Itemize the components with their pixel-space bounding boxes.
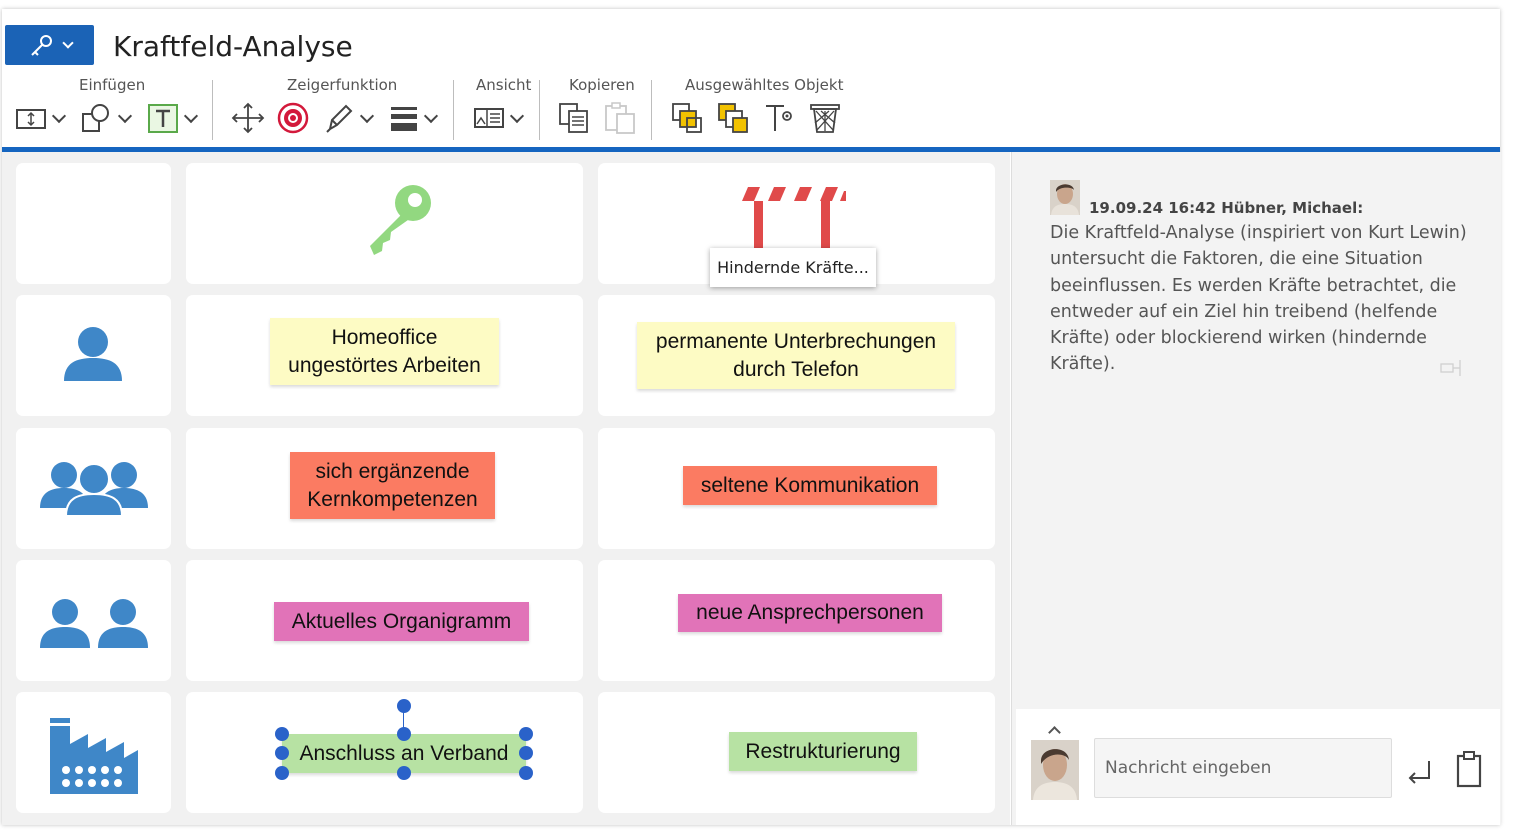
view-icon	[474, 108, 504, 128]
toolbar-divider	[539, 80, 540, 140]
resize-handle[interactable]	[397, 766, 411, 780]
insert-text-button[interactable]	[146, 100, 202, 136]
group-icon	[40, 462, 148, 517]
reply-icon[interactable]	[1440, 358, 1462, 378]
resize-handle[interactable]	[275, 746, 289, 760]
laser-pointer-button[interactable]	[276, 100, 310, 136]
insert-shape-button[interactable]	[80, 100, 136, 136]
toolbar-divider	[651, 80, 652, 140]
sticky-note[interactable]: Aktuelles Organigramm	[274, 602, 529, 641]
move-tool-button[interactable]	[230, 100, 266, 136]
chevron-down-icon[interactable]	[183, 108, 199, 124]
resize-handle[interactable]	[275, 727, 289, 741]
group-label-view: Ansicht	[476, 76, 532, 94]
resize-handle[interactable]	[519, 746, 533, 760]
view-button[interactable]	[472, 100, 528, 136]
app-menu-button[interactable]	[5, 25, 94, 65]
chevron-down-icon[interactable]	[359, 108, 375, 124]
send-to-back-button[interactable]	[716, 100, 750, 136]
person-icon	[64, 327, 122, 381]
text-box-icon	[148, 104, 178, 133]
pen-icon	[326, 104, 353, 133]
group-label-insert: Einfügen	[79, 76, 146, 94]
avatar	[1031, 740, 1079, 800]
chevron-down-icon[interactable]	[51, 108, 67, 124]
board-cell-helping-header[interactable]	[186, 163, 583, 284]
two-people-icon	[40, 599, 148, 648]
toolbar-divider	[212, 80, 213, 140]
board-cell-icon[interactable]	[16, 560, 171, 681]
group-label-selected: Ausgewähltes Objekt	[685, 76, 844, 94]
message-text: Die Kraftfeld-Analyse (inspiriert von Ku…	[1050, 223, 1467, 375]
key-icon	[30, 35, 52, 56]
group-label-pointer: Zeigerfunktion	[287, 76, 398, 94]
chevron-down-icon[interactable]	[423, 108, 439, 124]
sticky-note[interactable]: permanente Unterbrechungen durch Telefon	[637, 322, 955, 389]
paste-icon	[605, 102, 635, 134]
avatar	[1050, 180, 1080, 215]
sticky-note[interactable]: seltene Kommunikation	[683, 466, 937, 505]
sticky-note[interactable]: Restrukturierung	[729, 732, 917, 771]
line-width-icon	[391, 107, 417, 131]
text-properties-button[interactable]	[762, 100, 796, 136]
factory-icon	[50, 718, 138, 794]
trash-icon	[810, 104, 840, 133]
board-cell-icon[interactable]	[16, 295, 171, 416]
toolbar-divider	[453, 80, 454, 140]
message-input[interactable]	[1094, 738, 1392, 798]
board-cell[interactable]	[16, 163, 171, 284]
shapes-icon	[82, 104, 109, 132]
text-settings-icon	[766, 105, 792, 131]
chevron-down-icon[interactable]	[117, 108, 133, 124]
insert-frame-button[interactable]	[14, 100, 70, 136]
send-to-back-icon	[718, 103, 748, 133]
send-enter-icon[interactable]	[1405, 758, 1433, 786]
delete-button[interactable]	[808, 100, 842, 136]
tooltip: Hindernde Kräfte...	[710, 248, 876, 287]
sticky-note[interactable]: Homeoffice ungestörtes Arbeiten	[270, 318, 499, 385]
chevron-down-icon[interactable]	[509, 108, 525, 124]
copy-button[interactable]	[557, 100, 591, 136]
resize-handle[interactable]	[275, 766, 289, 780]
line-width-button[interactable]	[388, 100, 442, 136]
resize-handle[interactable]	[519, 766, 533, 780]
sticky-note[interactable]: sich ergänzende Kernkompetenzen	[290, 452, 495, 519]
board-cell-icon[interactable]	[16, 692, 171, 813]
board-cell-icon[interactable]	[16, 428, 171, 549]
frame-icon	[16, 109, 46, 129]
group-label-copy: Kopieren	[569, 76, 635, 94]
move-arrows-icon	[231, 102, 265, 134]
rotation-handle[interactable]	[397, 699, 411, 713]
page-title: Kraftfeld-Analyse	[113, 30, 353, 63]
chevron-down-icon	[61, 37, 74, 49]
bring-to-front-icon	[672, 103, 702, 133]
paste-button[interactable]	[603, 100, 637, 136]
sticky-note[interactable]: neue Ansprechpersonen	[678, 594, 942, 632]
barrier-icon	[740, 187, 846, 249]
key-icon	[370, 185, 431, 255]
target-icon	[277, 102, 309, 134]
pen-tool-button[interactable]	[322, 100, 378, 136]
bring-to-front-button[interactable]	[670, 100, 704, 136]
message-meta: 19.09.24 16:42 Hübner, Michael:	[1089, 199, 1364, 217]
clipboard-icon[interactable]	[1455, 750, 1483, 788]
resize-handle[interactable]	[519, 727, 533, 741]
copy-icon	[559, 103, 588, 133]
resize-handle[interactable]	[397, 727, 411, 741]
